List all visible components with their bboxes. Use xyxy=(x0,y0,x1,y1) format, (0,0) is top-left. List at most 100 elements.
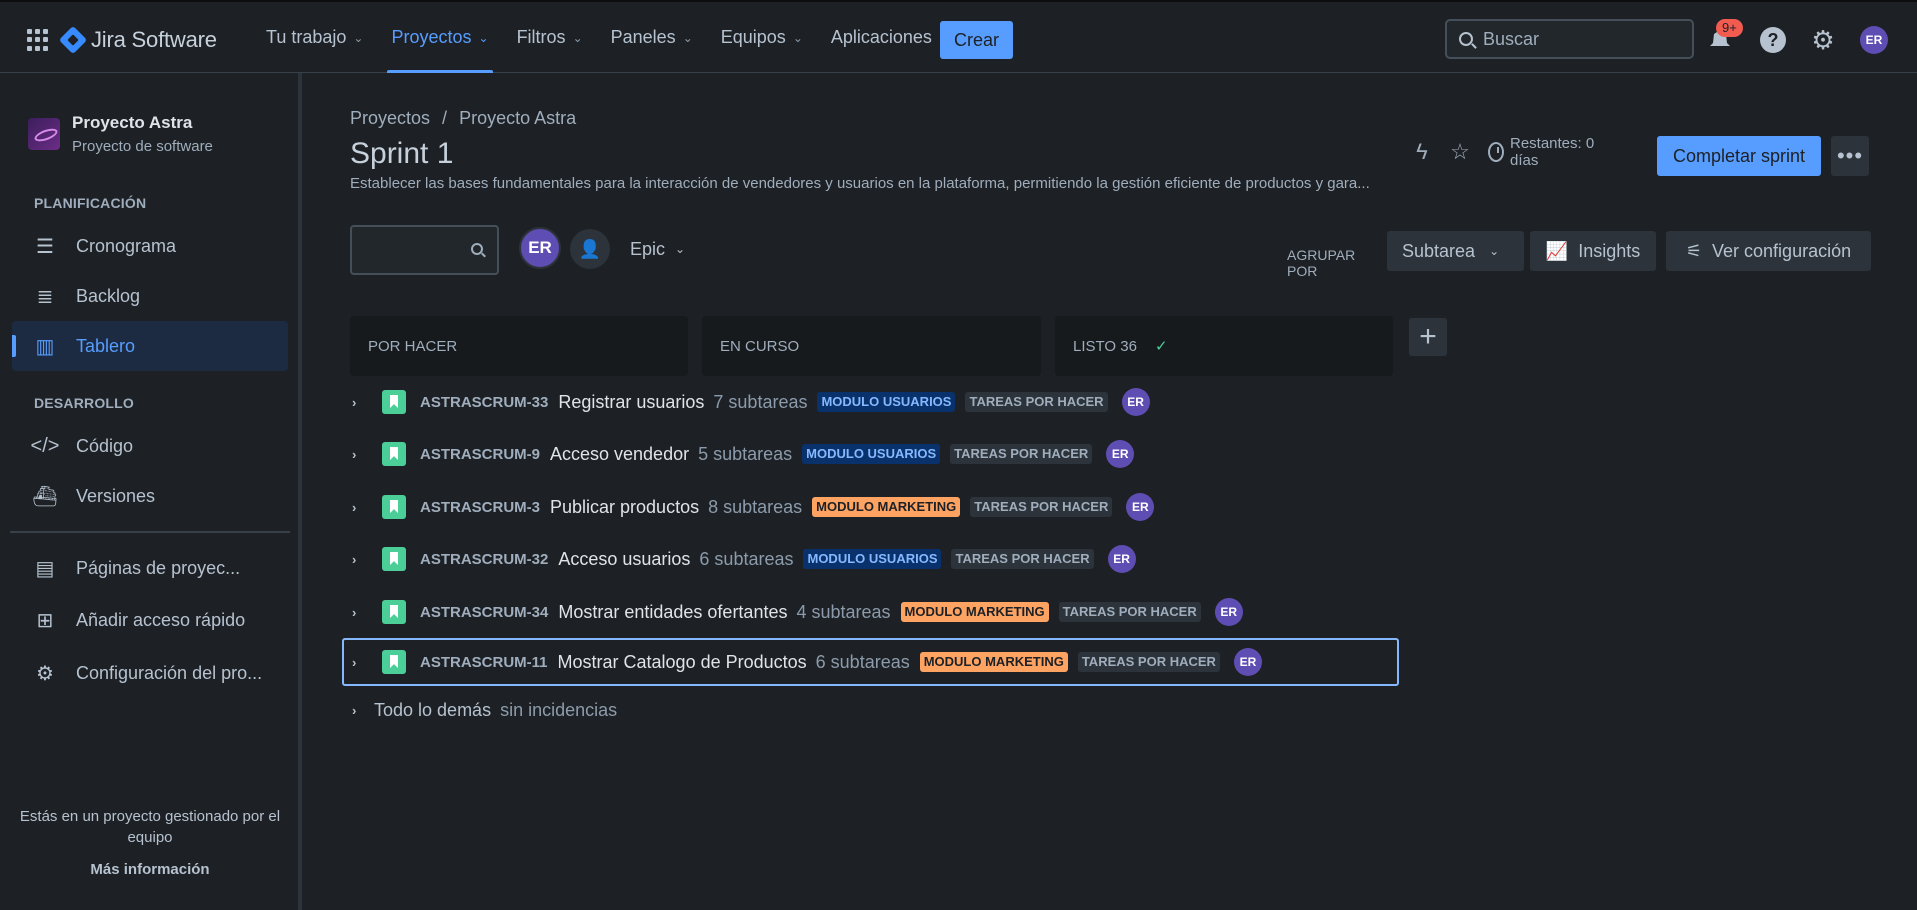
add-people-icon[interactable]: 👤 xyxy=(570,229,610,269)
swimlane-row[interactable]: › ASTRASCRUM-32 Acceso usuarios 6 subtar… xyxy=(344,535,1136,583)
sidebar-item-label: Configuración del pro... xyxy=(76,662,263,683)
view-settings-button[interactable]: ⚟ Ver configuración xyxy=(1666,231,1871,271)
board-search-input[interactable] xyxy=(350,225,499,275)
story-icon xyxy=(382,547,406,571)
breadcrumb-projects[interactable]: Proyectos xyxy=(350,108,430,128)
issue-summary[interactable]: Acceso usuarios xyxy=(558,549,690,570)
check-icon: ✓ xyxy=(1154,338,1168,355)
sidebar-item-label: Código xyxy=(76,435,134,456)
swimlane-row[interactable]: › ASTRASCRUM-33 Registrar usuarios 7 sub… xyxy=(344,378,1150,426)
breadcrumb-separator: / xyxy=(442,108,448,128)
planning-section-title: PLANIFICACIÓN xyxy=(34,195,147,211)
project-header[interactable]: Proyecto Astra Proyecto de software xyxy=(28,113,213,155)
learn-more-link[interactable]: Más información xyxy=(10,861,290,878)
column-title: LISTO 36 xyxy=(1073,337,1137,355)
assignee-avatar[interactable]: ER xyxy=(1107,545,1136,573)
insights-label: Insights xyxy=(1578,240,1641,261)
status-lozenge: TAREAS POR HACER xyxy=(970,497,1113,517)
story-icon xyxy=(382,600,406,624)
sidebar-item-add-shortcut[interactable]: ⊞ Añadir acceso rápido xyxy=(12,595,288,645)
sidebar-item-code[interactable]: </> Código xyxy=(12,421,288,471)
assignee-avatar[interactable]: ER xyxy=(1233,648,1262,676)
profile-avatar[interactable]: ER xyxy=(1860,26,1888,54)
sidebar-resize-handle[interactable] xyxy=(298,73,302,910)
automation-icon[interactable]: ϟ xyxy=(1412,139,1432,165)
star-icon[interactable]: ☆ xyxy=(1450,139,1470,165)
assignee-avatar[interactable]: ER xyxy=(1121,388,1150,416)
nav-projects[interactable]: Proyectos ⌄ xyxy=(387,2,493,73)
chevron-right-icon[interactable]: › xyxy=(352,552,370,567)
swimlane-row-selected[interactable]: › ASTRASCRUM-11 Mostrar Catalogo de Prod… xyxy=(342,638,1399,686)
issue-summary[interactable]: Acceso vendedor xyxy=(550,444,689,465)
nav-your-work[interactable]: Tu trabajo ⌄ xyxy=(266,2,363,73)
insights-button[interactable]: 📈 Insights xyxy=(1530,231,1656,271)
add-column-button[interactable]: + xyxy=(1409,318,1447,356)
swimlane-row[interactable]: › ASTRASCRUM-34 Mostrar entidades oferta… xyxy=(344,588,1243,636)
epic-lozenge: MODULO USUARIOS xyxy=(817,392,956,412)
app-switcher-icon[interactable] xyxy=(27,29,49,51)
status-lozenge: TAREAS POR HACER xyxy=(1077,652,1220,672)
issue-key[interactable]: ASTRASCRUM-33 xyxy=(420,394,548,411)
chevron-right-icon[interactable]: › xyxy=(352,447,370,462)
everything-else-row[interactable]: › Todo lo demás sin incidencias xyxy=(344,695,617,725)
issue-summary[interactable]: Publicar productos xyxy=(550,497,699,518)
group-by-select[interactable]: Subtarea ⌄ xyxy=(1387,231,1524,271)
swimlane-row[interactable]: › ASTRASCRUM-3 Publicar productos 8 subt… xyxy=(344,483,1155,531)
project-type: Proyecto de software xyxy=(72,138,213,155)
sidebar-item-backlog[interactable]: ≣ Backlog xyxy=(12,271,288,321)
releases-icon: ⛴ xyxy=(32,485,58,508)
search-input[interactable] xyxy=(1483,28,1673,50)
epic-filter-dropdown[interactable]: Epic ⌄ xyxy=(620,229,695,269)
issue-key[interactable]: ASTRASCRUM-32 xyxy=(420,551,548,568)
chevron-down-icon: ⌄ xyxy=(1489,244,1500,258)
nav-filters[interactable]: Filtros ⌄ xyxy=(517,2,583,73)
chevron-right-icon[interactable]: › xyxy=(352,655,370,670)
chevron-right-icon[interactable]: › xyxy=(352,703,370,718)
status-lozenge: TAREAS POR HACER xyxy=(1058,602,1201,622)
story-icon xyxy=(382,442,406,466)
issue-key[interactable]: ASTRASCRUM-9 xyxy=(420,446,540,463)
issue-key[interactable]: ASTRASCRUM-34 xyxy=(420,604,548,621)
complete-sprint-button[interactable]: Completar sprint xyxy=(1657,136,1821,176)
status-lozenge: TAREAS POR HACER xyxy=(950,444,1093,464)
assignee-filter-avatar[interactable]: ER xyxy=(519,227,561,269)
sidebar-item-releases[interactable]: ⛴ Versiones xyxy=(12,471,288,521)
issue-key[interactable]: ASTRASCRUM-3 xyxy=(420,499,540,516)
assignee-avatar[interactable]: ER xyxy=(1106,440,1135,468)
epic-lozenge: MODULO USUARIOS xyxy=(802,444,941,464)
breadcrumb-project[interactable]: Proyecto Astra xyxy=(459,108,576,128)
sidebar-item-project-settings[interactable]: ⚙ Configuración del pro... xyxy=(12,648,288,698)
sidebar-item-timeline[interactable]: ☰ Cronograma xyxy=(12,221,288,271)
chevron-right-icon[interactable]: › xyxy=(352,395,370,410)
nav-label: Aplicaciones xyxy=(830,27,932,47)
search-icon xyxy=(1459,32,1473,46)
nav-apps[interactable]: Aplicaciones⌄ xyxy=(831,2,949,73)
jira-logo-icon xyxy=(58,25,88,55)
issue-summary[interactable]: Registrar usuarios xyxy=(558,392,704,413)
chevron-right-icon[interactable]: › xyxy=(352,605,370,620)
issue-summary[interactable]: Mostrar entidades ofertantes xyxy=(558,602,787,623)
sidebar-item-project-pages[interactable]: ▤ Páginas de proyec... xyxy=(12,543,288,593)
gear-icon[interactable]: ⚙ xyxy=(1810,27,1836,53)
header-actions: ϟ ☆ Restantes: 0 días xyxy=(1412,135,1598,169)
sidebar-item-board[interactable]: ▥ Tablero xyxy=(12,321,288,371)
notifications-button[interactable]: 9+ xyxy=(1710,19,1743,50)
chevron-right-icon[interactable]: › xyxy=(352,500,370,515)
settings-icon: ⚙ xyxy=(36,662,54,685)
sidebar-divider xyxy=(10,531,290,533)
issue-summary[interactable]: Mostrar Catalogo de Productos xyxy=(558,652,807,673)
column-header-in-progress: EN CURSO xyxy=(702,316,1041,376)
nav-dashboards[interactable]: Paneles ⌄ xyxy=(611,2,693,73)
swimlane-row[interactable]: › ASTRASCRUM-9 Acceso vendedor 5 subtare… xyxy=(344,430,1135,478)
assignee-avatar[interactable]: ER xyxy=(1214,598,1243,626)
assignee-avatar[interactable]: ER xyxy=(1126,493,1155,521)
timeline-icon: ☰ xyxy=(36,235,54,258)
more-actions-button[interactable]: ••• xyxy=(1831,136,1869,176)
nav-teams[interactable]: Equipos ⌄ xyxy=(721,2,803,73)
issue-key[interactable]: ASTRASCRUM-11 xyxy=(420,654,548,671)
create-button[interactable]: Crear xyxy=(940,21,1013,59)
jira-logo[interactable]: Jira Software xyxy=(58,25,217,55)
global-search[interactable] xyxy=(1445,19,1694,59)
help-icon[interactable]: ? xyxy=(1760,27,1786,53)
chevron-down-icon: ⌄ xyxy=(682,30,693,45)
